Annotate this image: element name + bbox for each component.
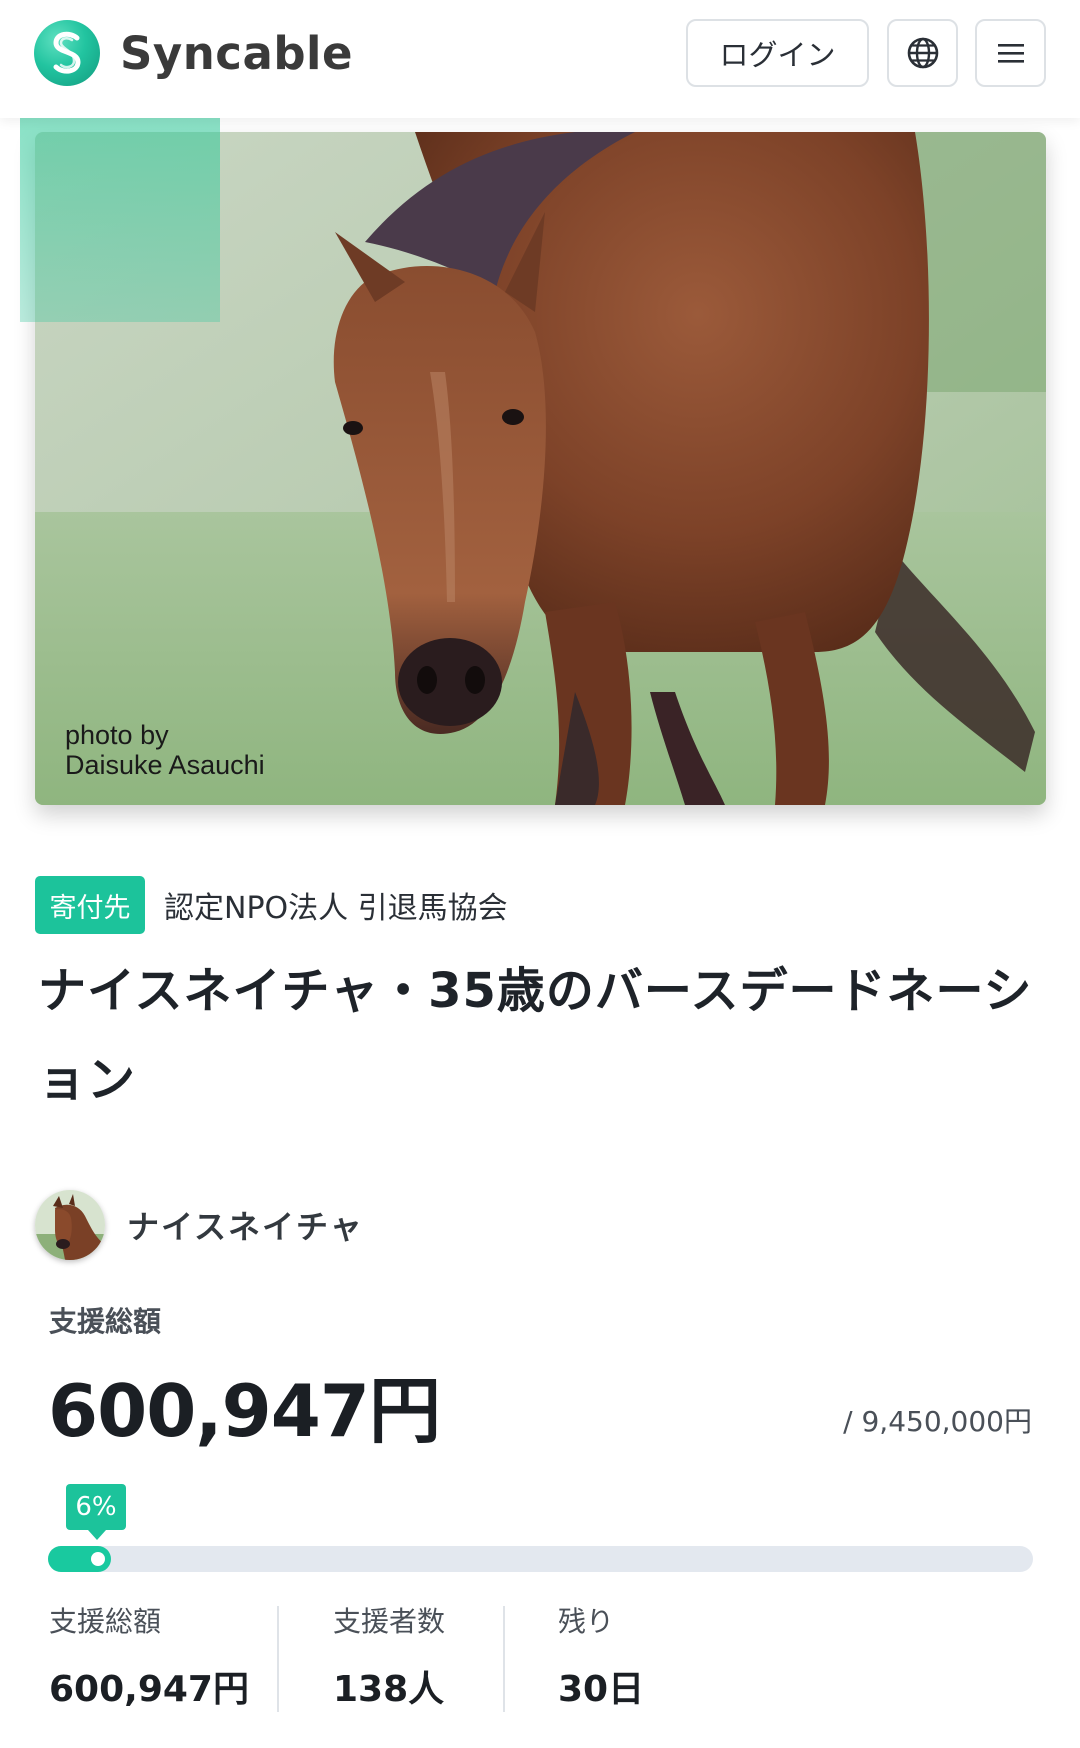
photo-credit-line2: Daisuke Asauchi xyxy=(65,750,265,780)
stat-label: 支援者数 xyxy=(333,1605,446,1638)
syncable-logo[interactable]: Syncable xyxy=(34,20,353,86)
campaign-title: ナイスネイチャ・35歳のバースデードネーション xyxy=(38,963,1033,1108)
stat-value: 600,947円 xyxy=(49,1669,249,1710)
stat-label: 残り xyxy=(558,1605,615,1638)
stat-supporters: 支援者数 138人 xyxy=(333,1600,445,1712)
photo-credit-line1: photo by xyxy=(65,720,169,750)
avatar xyxy=(35,1190,105,1260)
total-label: 支援総額 xyxy=(49,1305,162,1338)
total-amount: 600,947円 xyxy=(48,1369,441,1453)
globe-icon xyxy=(907,37,938,69)
stat-value: 30日 xyxy=(558,1669,645,1710)
goal-amount: / 9,450,000円 xyxy=(843,1405,1032,1438)
stat-label: 支援総額 xyxy=(49,1605,162,1638)
stat-value: 138人 xyxy=(333,1669,445,1710)
divider xyxy=(277,1606,279,1712)
login-button[interactable]: ログイン xyxy=(686,19,869,87)
divider xyxy=(503,1606,505,1712)
campaign-owner[interactable]: ナイスネイチャ xyxy=(35,1190,364,1260)
campaign-stats: 支援総額 600,947円 支援者数 138人 残り 30日 xyxy=(0,1600,1080,1720)
decorative-overlay xyxy=(20,118,220,322)
hamburger-menu-icon xyxy=(997,44,1024,63)
menu-button[interactable] xyxy=(975,19,1046,87)
language-button[interactable] xyxy=(887,19,958,87)
stat-total: 支援総額 600,947円 xyxy=(49,1600,249,1712)
logo-mark-icon xyxy=(34,20,100,86)
recipient-tag: 寄付先 xyxy=(35,876,145,934)
recipient-org-link[interactable]: 認定NPO法人 引退馬協会 xyxy=(164,883,508,927)
owner-name: ナイスネイチャ xyxy=(127,1208,364,1246)
photo-credit: photo by Daisuke Asauchi xyxy=(65,720,265,780)
brand-name: Syncable xyxy=(120,26,353,80)
stat-remaining: 残り 30日 xyxy=(558,1600,644,1712)
site-header: Syncable ログイン xyxy=(0,0,1080,118)
donation-recipient: 寄付先 認定NPO法人 引退馬協会 xyxy=(35,876,508,934)
progress-marker xyxy=(91,1552,106,1566)
progress-bar xyxy=(48,1546,1033,1572)
progress-percent-badge: 6% xyxy=(66,1484,126,1540)
